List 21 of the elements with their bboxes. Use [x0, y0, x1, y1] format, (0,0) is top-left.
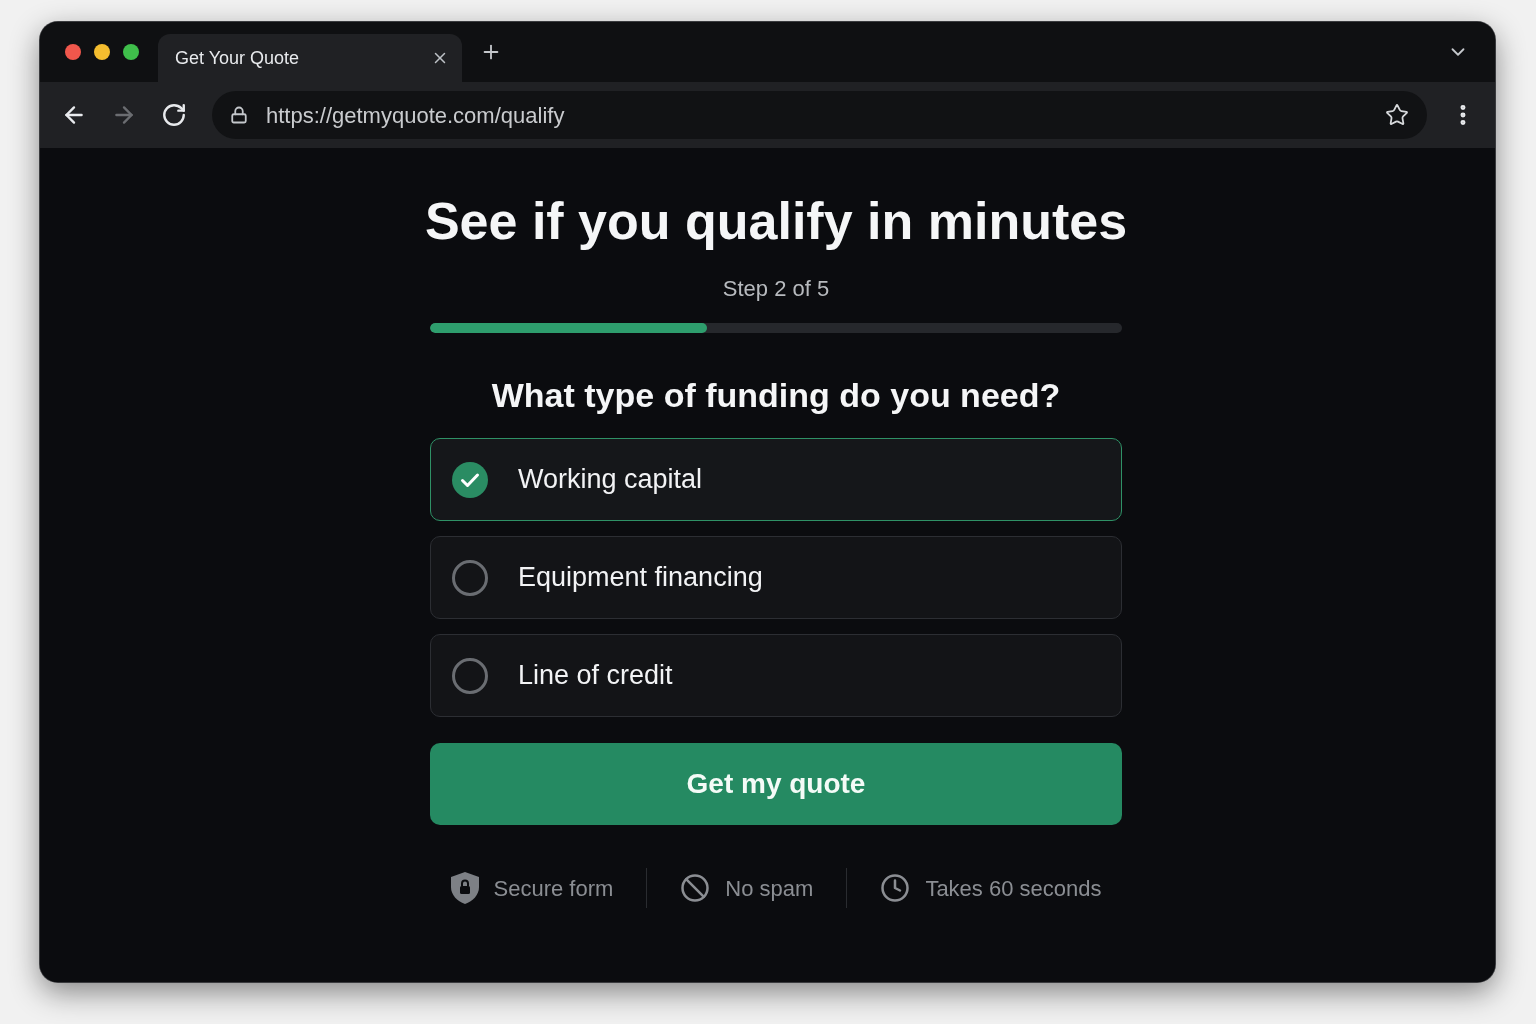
clock-icon	[880, 873, 911, 903]
window-close-icon[interactable]	[65, 44, 81, 60]
prohibited-icon	[680, 873, 711, 903]
radio-option[interactable]: Equipment financing	[430, 536, 1122, 619]
bookmark-star-icon[interactable]	[1385, 103, 1409, 127]
assurance-text: Takes 60 seconds	[925, 874, 1102, 903]
lock-icon	[230, 106, 248, 124]
radio-option[interactable]: Working capital	[430, 438, 1122, 521]
question-heading: What type of funding do you need?	[491, 375, 1061, 416]
page-title: See if you qualify in minutes	[424, 191, 1128, 252]
assurance-text: No spam	[725, 874, 814, 903]
window-minimize-icon[interactable]	[94, 44, 110, 60]
shield-lock-icon	[450, 872, 479, 904]
radio-option[interactable]: Line of credit	[430, 634, 1122, 717]
browser-tab[interactable]: Get Your Quote	[158, 34, 462, 82]
step-indicator: Step 2 of 5	[722, 276, 830, 302]
address-bar[interactable]: https://getmyquote.com/qualify	[212, 91, 1427, 139]
window-maximize-icon[interactable]	[123, 44, 139, 60]
assurance-text: Secure form	[493, 874, 614, 903]
reload-icon[interactable]	[161, 102, 187, 128]
get-quote-button[interactable]: Get my quote	[430, 743, 1122, 825]
